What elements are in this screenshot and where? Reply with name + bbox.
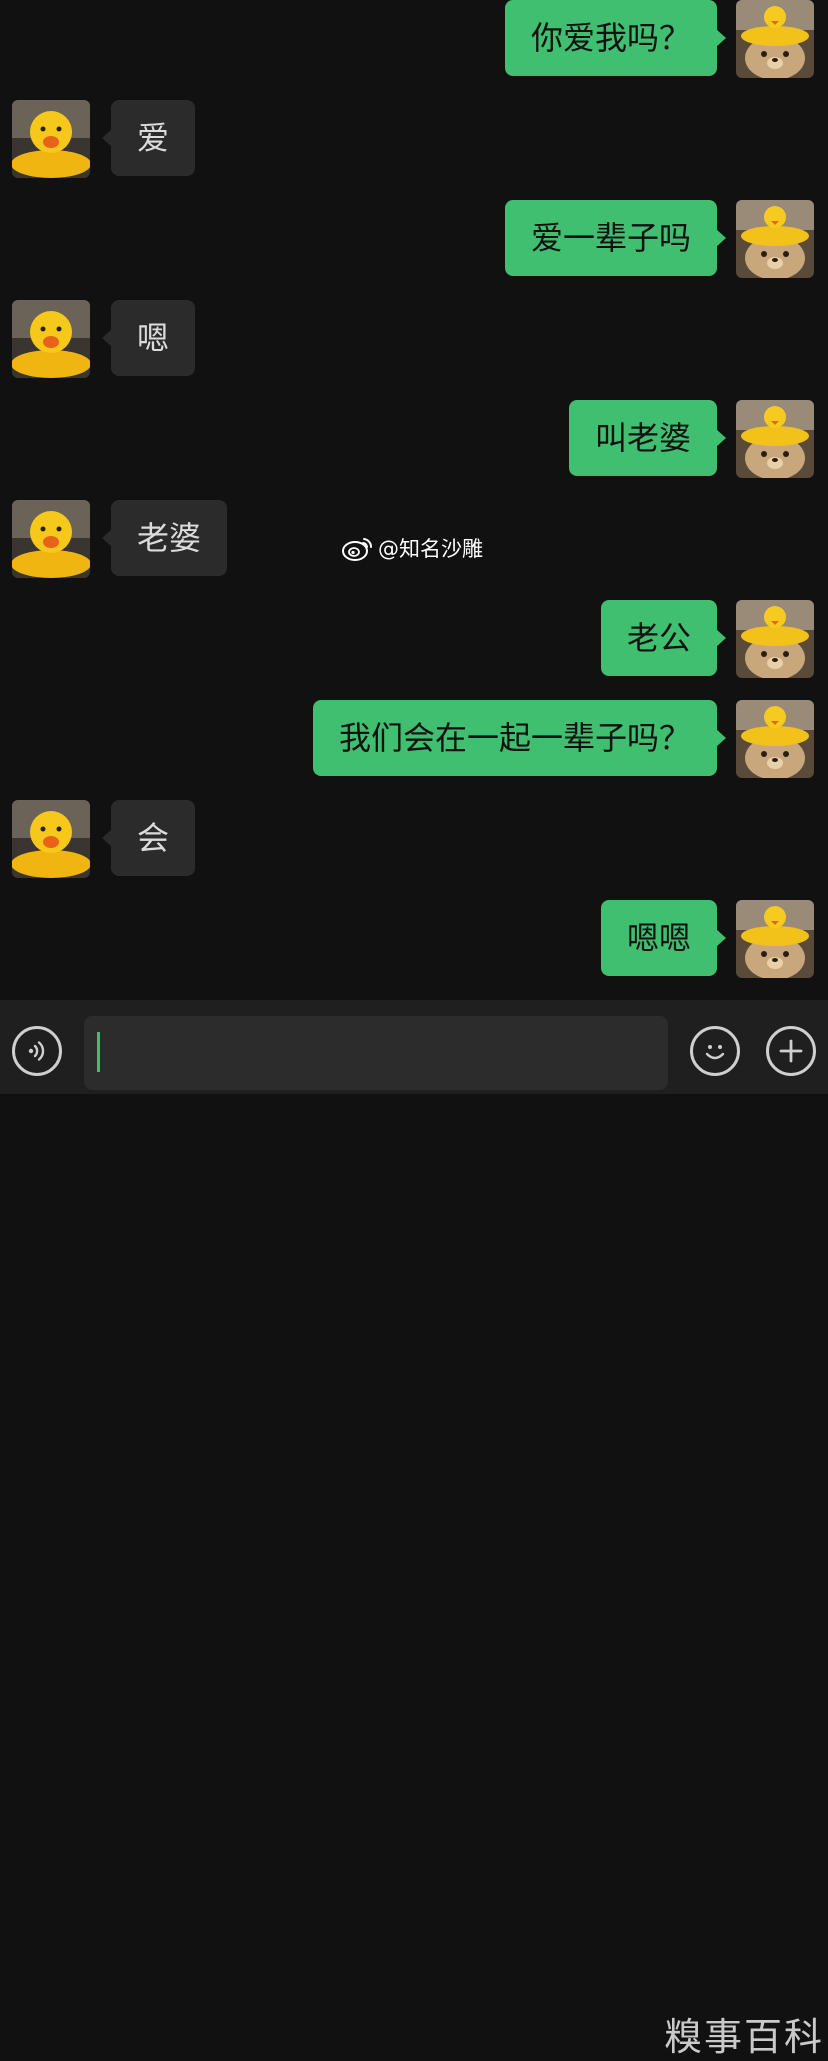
- duck-avatar-icon: [12, 500, 90, 578]
- bear-avatar-icon: [736, 700, 814, 778]
- duck-avatar-icon: [12, 800, 90, 878]
- contact-avatar-duck[interactable]: [12, 500, 90, 578]
- message-bubble[interactable]: 爱: [101, 100, 196, 176]
- chat-area[interactable]: 你爱我吗？ 爱 爱一辈子吗 嗯 叫老婆 老婆 老公 我们会在一起一辈子吗？ 会 …: [0, 0, 828, 1000]
- message-row: 爱一辈子吗: [0, 200, 828, 278]
- my-avatar-bear[interactable]: [736, 0, 814, 78]
- bear-avatar-icon: [736, 400, 814, 478]
- contact-avatar-duck[interactable]: [12, 300, 90, 378]
- message-bubble[interactable]: 爱一辈子吗: [504, 200, 727, 276]
- voice-button[interactable]: [12, 1026, 62, 1076]
- message-bubble[interactable]: 我们会在一起一辈子吗？: [312, 700, 727, 776]
- bear-avatar-icon: [736, 900, 814, 978]
- my-avatar-bear[interactable]: [736, 600, 814, 678]
- message-bubble[interactable]: 老公: [600, 600, 727, 676]
- plus-icon: [779, 1039, 803, 1063]
- duck-avatar-icon: [12, 100, 90, 178]
- my-avatar-bear[interactable]: [736, 200, 814, 278]
- contact-avatar-duck[interactable]: [12, 100, 90, 178]
- weibo-watermark: @知名沙雕: [342, 532, 483, 564]
- weibo-icon: [342, 538, 373, 561]
- message-row: 老公: [0, 600, 828, 678]
- bear-avatar-icon: [736, 0, 814, 78]
- voice-icon: [28, 1041, 45, 1061]
- weibo-handle: @知名沙雕: [378, 537, 483, 561]
- message-row: 嗯嗯: [0, 900, 828, 978]
- message-bubble[interactable]: 会: [101, 800, 196, 876]
- message-input[interactable]: [84, 1016, 668, 1090]
- message-bubble[interactable]: 叫老婆: [568, 400, 727, 476]
- emoji-icon: [705, 1045, 725, 1060]
- site-watermark: 糗事百科: [664, 2015, 825, 2059]
- message-bubble[interactable]: 老婆: [101, 500, 228, 576]
- message-row: 我们会在一起一辈子吗？: [0, 700, 828, 778]
- message-row: 你爱我吗？: [0, 0, 828, 78]
- emoji-button[interactable]: [690, 1026, 740, 1076]
- bear-avatar-icon: [736, 200, 814, 278]
- my-avatar-bear[interactable]: [736, 900, 814, 978]
- message-bubble[interactable]: 嗯嗯: [600, 900, 727, 976]
- message-row: 爱: [0, 100, 828, 178]
- more-button[interactable]: [766, 1026, 816, 1076]
- duck-avatar-icon: [12, 300, 90, 378]
- bear-avatar-icon: [736, 600, 814, 678]
- message-row: 嗯: [0, 300, 828, 378]
- message-row: 会: [0, 800, 828, 878]
- my-avatar-bear[interactable]: [736, 700, 814, 778]
- my-avatar-bear[interactable]: [736, 400, 814, 478]
- message-row: 叫老婆: [0, 400, 828, 478]
- message-bubble[interactable]: 你爱我吗？: [504, 0, 727, 76]
- input-bar: 糗事百科: [0, 1000, 828, 2059]
- text-caret: [97, 1032, 100, 1072]
- contact-avatar-duck[interactable]: [12, 800, 90, 878]
- message-bubble[interactable]: 嗯: [101, 300, 196, 376]
